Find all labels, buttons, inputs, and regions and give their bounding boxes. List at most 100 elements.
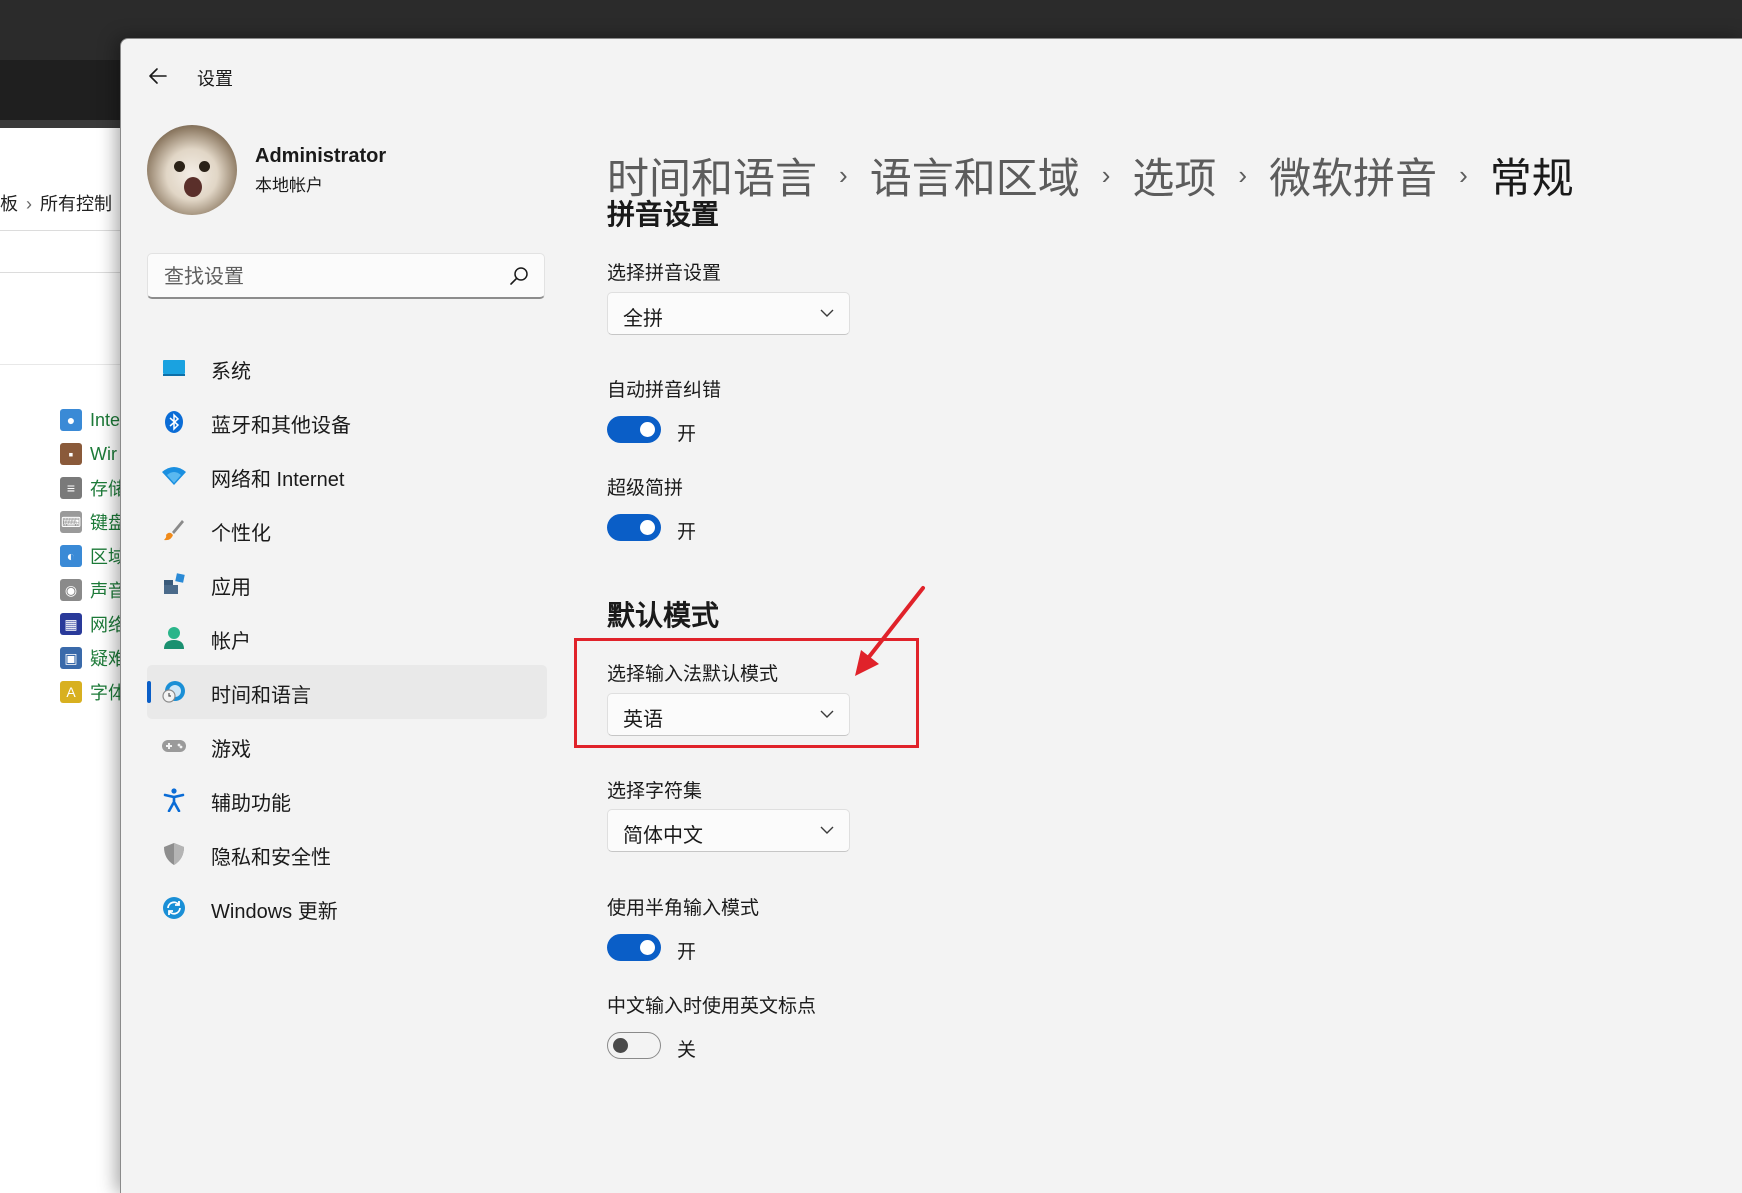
super-jianpin-toggle[interactable]: [607, 514, 661, 541]
app-title: 设置: [197, 69, 233, 89]
control-panel-item[interactable]: ◉ 声音: [60, 575, 126, 605]
english-punct-toggle[interactable]: [607, 1032, 661, 1059]
account-icon: [161, 626, 187, 650]
toggle-state-label: 开: [677, 522, 697, 543]
keyboard-icon: ⌨: [60, 511, 82, 533]
toggle-knob: [613, 1038, 628, 1053]
english-punct-label: 中文输入时使用英文标点: [607, 996, 817, 1017]
chevron-right-icon: ›: [1238, 159, 1248, 190]
toggle-knob: [640, 940, 655, 955]
sidebar-item-label: 隐私和安全性: [211, 847, 331, 869]
sidebar-item-system[interactable]: 系统: [147, 341, 547, 395]
control-panel-item-label: Inte: [90, 409, 121, 430]
sidebar-item-time-language[interactable]: 时间和语言: [147, 665, 547, 719]
avatar-eye: [174, 161, 185, 172]
settings-window: 设置 Administrator 本地帐户 系统 蓝牙和其他设备: [120, 38, 1742, 1193]
sidebar-item-privacy[interactable]: 隐私和安全性: [147, 827, 547, 881]
update-icon: [161, 896, 187, 920]
search-input[interactable]: [162, 262, 496, 292]
control-panel-item[interactable]: A 字体: [60, 677, 126, 707]
background-band: [0, 120, 120, 128]
toggle-state-label: 开: [677, 424, 697, 445]
breadcrumb-microsoft-pinyin[interactable]: 微软拼音: [1269, 145, 1437, 206]
profile-name: Administrator: [255, 145, 387, 167]
troubleshoot-icon: ▣: [60, 647, 82, 669]
sidebar-item-windows-update[interactable]: Windows 更新: [147, 881, 547, 935]
avatar[interactable]: [147, 125, 237, 215]
pinyin-setting-dropdown[interactable]: 全拼: [607, 292, 850, 335]
control-panel-item[interactable]: ≡ 存储: [60, 473, 126, 503]
section-title-default-mode: 默认模式: [607, 600, 720, 631]
bluetooth-icon: [161, 410, 187, 434]
chevron-right-icon: ›: [1101, 159, 1111, 190]
toggle-knob: [640, 520, 655, 535]
control-panel-crumb[interactable]: 所有控制: [40, 194, 112, 214]
sound-icon: ◉: [60, 579, 82, 601]
sidebar-item-personalization[interactable]: 个性化: [147, 503, 547, 557]
breadcrumb-general: 常规: [1489, 154, 1574, 202]
control-panel-breadcrumb: 板 › 所有控制: [0, 190, 112, 216]
control-panel-item[interactable]: ● Inte: [60, 405, 120, 435]
sidebar-item-label: 网络和 Internet: [211, 469, 345, 491]
chevron-down-icon: [820, 826, 834, 834]
control-panel-item[interactable]: ▦ 网络: [60, 609, 126, 639]
divider: [0, 364, 120, 365]
breadcrumb-options[interactable]: 选项: [1132, 145, 1216, 206]
active-indicator: [147, 681, 151, 703]
sidebar-item-label: 时间和语言: [211, 685, 311, 707]
sidebar-item-label: 帐户: [211, 631, 251, 653]
time-language-icon: [161, 680, 187, 704]
sidebar-item-label: 游戏: [211, 739, 251, 761]
chevron-right-icon: ›: [839, 159, 848, 190]
back-arrow-icon: [149, 68, 167, 84]
title-bar: 设置: [121, 39, 1742, 109]
profile-account-type: 本地帐户: [255, 176, 323, 195]
annotation-arrow-icon: [855, 586, 925, 676]
firewall-icon: ▪: [60, 443, 82, 465]
search-icon[interactable]: [508, 265, 530, 287]
auto-correct-toggle[interactable]: [607, 416, 661, 443]
sidebar-item-label: 系统: [211, 361, 251, 383]
crumb-separator: ›: [26, 194, 32, 214]
toggle-state-label: 开: [677, 942, 697, 963]
sidebar-item-label: 应用: [211, 577, 251, 599]
control-panel-item[interactable]: ▪ Wir: [60, 439, 117, 469]
half-width-label: 使用半角输入模式: [607, 898, 760, 919]
sidebar-item-gaming[interactable]: 游戏: [147, 719, 547, 773]
chevron-right-icon: ›: [1459, 159, 1468, 190]
sidebar-nav: 系统 蓝牙和其他设备 网络和 Internet 个性化 应用 帐户 时间和语言 …: [147, 341, 547, 935]
charset-label: 选择字符集: [607, 781, 703, 802]
sidebar-item-network[interactable]: 网络和 Internet: [147, 449, 547, 503]
sidebar-item-label: 个性化: [211, 523, 271, 545]
dropdown-value: 全拼: [623, 308, 663, 330]
search-box[interactable]: [147, 253, 545, 299]
accessibility-icon: [161, 788, 187, 812]
brush-icon: [161, 518, 187, 542]
dropdown-value: 简体中文: [623, 825, 703, 847]
sidebar-item-accounts[interactable]: 帐户: [147, 611, 547, 665]
font-icon: A: [60, 681, 82, 703]
sidebar-item-bluetooth[interactable]: 蓝牙和其他设备: [147, 395, 547, 449]
internet-options-icon: ●: [60, 409, 82, 431]
control-panel-item[interactable]: ▣ 疑难: [60, 643, 126, 673]
control-panel-crumb[interactable]: 板: [0, 194, 18, 214]
pinyin-setting-label: 选择拼音设置: [607, 263, 722, 284]
sidebar-item-accessibility[interactable]: 辅助功能: [147, 773, 547, 827]
charset-dropdown[interactable]: 简体中文: [607, 809, 850, 852]
region-icon: ◐: [60, 545, 82, 567]
auto-correct-label: 自动拼音纠错: [607, 380, 722, 401]
breadcrumb-language-region[interactable]: 语言和区域: [870, 145, 1080, 206]
shield-icon: [161, 842, 187, 866]
avatar-mouth: [184, 177, 202, 197]
sidebar-item-label: 蓝牙和其他设备: [211, 415, 351, 437]
control-panel-item[interactable]: ⌨ 键盘: [60, 507, 126, 537]
sidebar-item-label: Windows 更新: [211, 901, 338, 923]
control-panel-item[interactable]: ◐ 区域: [60, 541, 126, 571]
back-button[interactable]: [143, 61, 173, 91]
super-jianpin-label: 超级简拼: [607, 478, 684, 499]
control-panel-item-label: Wir: [90, 443, 117, 464]
half-width-toggle[interactable]: [607, 934, 661, 961]
divider: [0, 272, 120, 273]
sidebar-item-apps[interactable]: 应用: [147, 557, 547, 611]
toggle-state-label: 关: [677, 1040, 697, 1061]
